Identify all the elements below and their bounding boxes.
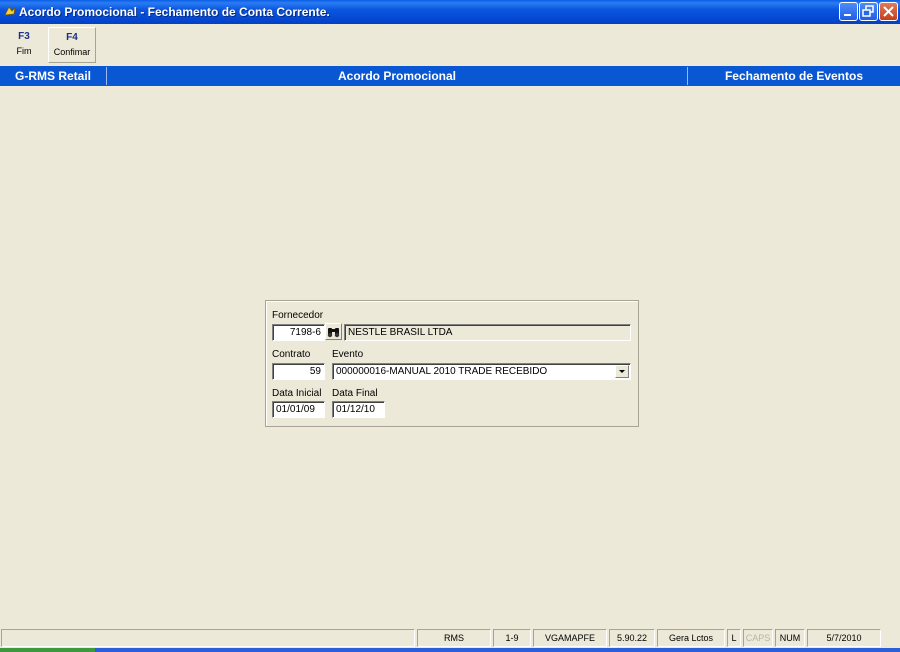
fornecedor-code-field[interactable]: 7198-6: [272, 324, 325, 341]
binoculars-icon: [327, 328, 340, 338]
status-system: RMS: [417, 629, 491, 647]
status-user: VGAMAPFE: [533, 629, 607, 647]
data-inicial-label: Data Inicial: [272, 388, 322, 399]
evento-dropdown-button[interactable]: [615, 365, 629, 378]
status-module: Gera Lctos: [657, 629, 725, 647]
status-bar: RMS 1-9 VGAMAPFE 5.90.22 Gera Lctos L CA…: [0, 628, 900, 648]
data-final-label: Data Final: [332, 388, 378, 399]
status-l: L: [727, 629, 741, 647]
header-band: G-RMS Retail Acordo Promocional Fechamen…: [0, 66, 900, 86]
confirmar-key: F4: [66, 32, 78, 43]
header-app-name: G-RMS Retail: [14, 69, 91, 83]
minimize-button[interactable]: [839, 2, 858, 21]
restore-icon: [862, 5, 874, 17]
evento-label: Evento: [332, 349, 364, 360]
close-button[interactable]: [879, 2, 898, 21]
header-screen: Fechamento de Eventos: [724, 69, 864, 83]
toolbar: F3 Fim F4 Confimar: [0, 24, 900, 66]
search-button[interactable]: [325, 323, 342, 340]
status-message: [1, 629, 415, 647]
fim-label: Fim: [16, 46, 32, 56]
data-final-field[interactable]: 01/12/10: [332, 401, 385, 418]
window-title: Acordo Promocional - Fechamento de Conta…: [19, 5, 330, 19]
evento-selected-value: 000000016-MANUAL 2010 TRADE RECEBIDO: [336, 366, 548, 377]
evento-select[interactable]: 000000016-MANUAL 2010 TRADE RECEBIDO: [332, 363, 631, 380]
status-date: 5/7/2010: [807, 629, 881, 647]
fim-button[interactable]: F3 Fim: [4, 27, 44, 63]
app-icon: [4, 6, 16, 16]
title-bar: Acordo Promocional - Fechamento de Conta…: [0, 0, 900, 24]
confirmar-button[interactable]: F4 Confimar: [48, 27, 96, 63]
close-icon: [883, 6, 894, 17]
minimize-icon: [844, 14, 851, 16]
taskbar-strip: [0, 648, 900, 652]
contrato-label: Contrato: [272, 349, 311, 360]
chevron-down-icon: [619, 370, 625, 373]
fornecedor-label: Fornecedor: [272, 310, 324, 321]
status-caps: CAPS: [743, 629, 773, 647]
confirmar-label: Confimar: [53, 47, 91, 57]
data-inicial-field[interactable]: 01/01/09: [272, 401, 325, 418]
header-module: Acordo Promocional: [337, 69, 456, 83]
fornecedor-name-field: NESTLE BRASIL LTDA: [344, 324, 631, 341]
fim-key: F3: [18, 31, 30, 42]
status-num: NUM: [775, 629, 805, 647]
restore-button[interactable]: [859, 2, 878, 21]
contrato-field[interactable]: 59: [272, 363, 325, 380]
status-version: 5.90.22: [609, 629, 655, 647]
status-range: 1-9: [493, 629, 531, 647]
